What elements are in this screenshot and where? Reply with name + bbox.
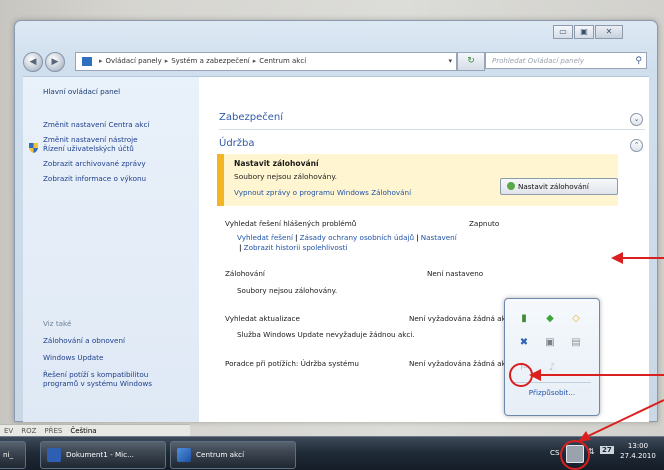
sidebar-item-uac-settings-line2[interactable]: Řízení uživatelských účtů (43, 144, 134, 153)
sidebar-item-uac-settings[interactable]: Změnit nastavení nástroje (43, 135, 138, 144)
taskbar-item-word-label: Dokument1 - Mic... (66, 450, 134, 459)
refresh-button[interactable]: ↻ (457, 52, 485, 71)
action-center-flag-icon (82, 56, 92, 66)
privacy-policy-link[interactable]: Zásady ochrany osobních údajů (300, 233, 414, 242)
maintenance-section-title[interactable]: Údržba (219, 138, 255, 149)
close-button[interactable]: ✕ (595, 25, 623, 39)
troubleshoot-status: Není vyžadována žádná akce (409, 359, 515, 368)
problem-settings-link[interactable]: Nastavení (421, 233, 457, 242)
back-button[interactable]: ◀ (23, 52, 43, 72)
customize-link[interactable]: Přizpůsobit... (505, 388, 599, 397)
problems-label: Vyhledat řešení hlášených problémů (225, 219, 357, 228)
window-controls: ▭ ▣ ✕ (552, 25, 623, 39)
device-tray-icon[interactable]: ▣ (543, 337, 557, 349)
annotation-arrow-3 (578, 399, 664, 442)
taskbar-item-truncated-label: ni_ (3, 450, 14, 459)
annotation-arrow-head-2 (529, 369, 541, 381)
search-placeholder: Prohledat Ovládací panely (492, 57, 584, 65)
sidebar: Hlavní ovládací panel Změnit nastavení C… (23, 77, 199, 422)
update-tray-icon[interactable]: ◆ (543, 313, 557, 325)
word-icon (47, 448, 61, 462)
action-center-flag-icon (177, 448, 191, 462)
annotation-arrow-line-2 (536, 374, 664, 376)
sidebar-home-link[interactable]: Hlavní ovládací panel (43, 87, 120, 96)
input-language-indicator[interactable]: CS (550, 448, 560, 457)
breadcrumb-system-security[interactable]: Systém a zabezpečení (171, 57, 250, 65)
navigation-bar: ◀ ▶ ▸ Ovládací panely ▸ Systém a zabezpečen… (23, 50, 649, 72)
annotation-arrow-line-1 (620, 257, 664, 259)
see-also-windows-update[interactable]: Windows Update (43, 353, 103, 362)
sidebar-item-action-center-settings[interactable]: Změnit nastavení Centra akcí (43, 120, 149, 129)
history-line: | Zobrazit historii spolehlivosti (239, 243, 348, 252)
taskbar-item-action-center-label: Centrum akcí (196, 450, 245, 459)
search-icon[interactable]: ⚲ (635, 53, 642, 70)
breadcrumb-control-panel[interactable]: Ovládací panely (106, 57, 162, 65)
langbar-ev[interactable]: EV (4, 427, 13, 435)
find-solutions-link[interactable]: Vyhledat řešení (237, 233, 293, 242)
search-input[interactable]: Prohledat Ovládací panely ⚲ (485, 52, 647, 69)
address-dropdown-icon[interactable]: ▾ (448, 53, 452, 70)
alert-turn-off-link[interactable]: Vypnout zprávy o programu Windows Záloho… (234, 188, 411, 197)
shield-tray-icon[interactable]: ◇ (569, 313, 583, 325)
taskbar-item-action-center[interactable]: Centrum akcí (170, 441, 296, 469)
sidebar-item-archived-messages[interactable]: Zobrazit archivované zprávy (43, 159, 146, 168)
uac-shield-icon (29, 143, 38, 153)
maximize-button[interactable]: ▣ (574, 25, 594, 39)
screenshot-scene: ▭ ▣ ✕ ◀ ▶ ▸ Ovládací panely ▸ Systém a zabe… (0, 0, 664, 470)
troubleshoot-label: Poradce při potížích: Údržba systému (225, 359, 359, 368)
see-also-heading: Viz také (43, 319, 72, 328)
set-up-backup-button[interactable]: Nastavit zálohování (500, 178, 618, 195)
reliability-history-link[interactable]: Zobrazit historii spolehlivosti (244, 243, 348, 252)
clock-date: 27.4.2010 (620, 452, 656, 460)
updates-description: Služba Windows Update nevyžaduje žádnou … (237, 330, 415, 339)
tools-tray-icon[interactable]: ✖ (517, 337, 531, 349)
see-also-backup-restore[interactable]: Zálohování a obnovení (43, 336, 125, 345)
section-divider (219, 129, 645, 130)
langbar-roz[interactable]: ROZ (21, 427, 36, 435)
security-section-title[interactable]: Zabezpečení (219, 112, 283, 123)
alert-title: Nastavit zálohování (234, 159, 319, 168)
see-also-compatibility[interactable]: Řešení potíží s kompatibilitou (43, 370, 148, 379)
problems-links: Vyhledat řešení | Zásady ochrany osobních … (237, 233, 457, 242)
backup-alert-panel: Nastavit zálohování Soubory nejsou záloh… (217, 154, 618, 206)
forward-button[interactable]: ▶ (45, 52, 65, 72)
minimize-button[interactable]: ▭ (553, 25, 573, 39)
taskbar-item-word[interactable]: Dokument1 - Mic... (40, 441, 166, 469)
problems-status: Zapnuto (469, 219, 500, 228)
breadcrumb-action-center[interactable]: Centrum akcí (259, 57, 306, 65)
alert-description: Soubory nejsou zálohovány. (234, 172, 338, 181)
set-up-backup-button-label: Nastavit zálohování (518, 182, 589, 191)
volume-tray-icon[interactable]: ♪ (545, 362, 559, 374)
langbar-pres[interactable]: PŘES (44, 427, 62, 435)
annotation-arrow-head-1 (611, 252, 623, 264)
network-tray-icon[interactable]: ▮ (517, 313, 531, 325)
address-bar[interactable]: ▸ Ovládací panely ▸ Systém a zabezpečení ▸ Ce… (75, 52, 457, 71)
system-clock[interactable]: 13:00 27.4.2010 (614, 441, 662, 461)
see-also-compatibility-line2[interactable]: programů v systému Windows (43, 379, 152, 388)
annotation-circle-tray (560, 440, 590, 470)
updates-label: Vyhledat aktualizace (225, 314, 300, 323)
backup-icon (507, 182, 515, 190)
app-tray-icon[interactable]: ▤ (569, 337, 583, 349)
taskbar-item-truncated[interactable]: ni_ (0, 441, 26, 469)
updates-status: Není vyžadována žádná akce (409, 314, 515, 323)
maintenance-collapse-chevron-icon[interactable]: ⌃ (630, 139, 643, 152)
backup-description: Soubory nejsou zálohovány. (237, 286, 338, 295)
calendar-badge[interactable]: 27 (600, 446, 614, 454)
sidebar-item-performance-info[interactable]: Zobrazit informace o výkonu (43, 174, 146, 183)
backup-status: Není nastaveno (427, 269, 484, 278)
security-expand-chevron-icon[interactable]: ⌄ (630, 113, 643, 126)
backup-label: Zálohování (225, 269, 265, 278)
langbar-czech[interactable]: Čeština (70, 427, 96, 435)
